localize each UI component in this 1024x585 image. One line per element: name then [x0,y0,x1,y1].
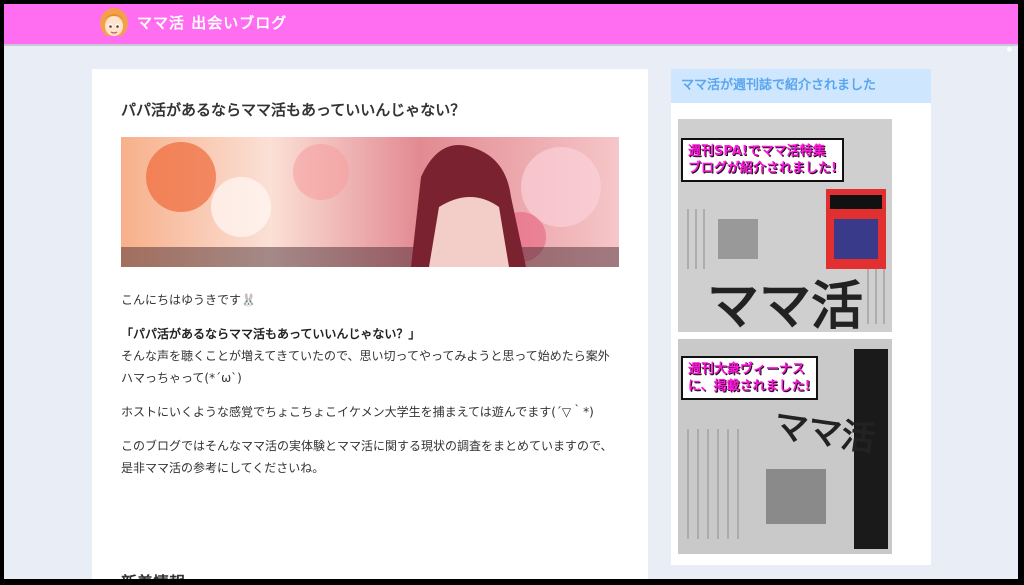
venus-callout-line2: に、掲載されました! [688,379,811,394]
site-title-link[interactable]: ママ活 出会いブログ [137,12,287,33]
intro-paragraph: 「パパ活があるならママ活もあっていいんじゃない？」 そんな声を聴くことが増えてき… [121,323,619,389]
girl-avatar-icon[interactable] [98,7,130,41]
svg-text:ママ活: ママ活 [707,277,863,332]
spa-callout-line2: ブログが紹介されました! [688,161,837,176]
hero-image [121,137,619,267]
browser-viewport: ママ活 出会いブログ ● パパ活があるならママ活もあっていいんじゃない？ こんに… [4,4,1018,579]
greeting-text: こんにちはゆうきです🐰 [121,293,256,307]
spa-callout-line1: 週刊SPA!でママ活特集 [688,144,826,159]
paragraph-3: ホストにいくような感覚でちょこちょこイケメン大学生を捕まえては遊んでます(´▽｀… [121,405,594,419]
widget-title: ママ活が週刊誌で紹介されました [671,69,931,103]
paragraph-2: そんな声を聴くことが増えてきていたので、思い切ってやってみようと思って始めたら案… [121,349,610,385]
quote-text: 「パパ活があるならママ活もあっていいんじゃない？」 [121,327,421,341]
venus-callout-line1: 週刊大衆ヴィーナス [688,362,806,377]
spa-callout: 週刊SPA!でママ活特集 ブログが紹介されました! [681,138,844,182]
paragraph-4: このブログではそんなママ活の実体験とママ活に関する現状の調査をまとめていますので… [121,439,613,475]
sidebar: ママ活が週刊誌で紹介されました ママ活 週刊SPA!でママ活特集 ブログが紹介さ… [671,69,931,565]
venus-callout: 週刊大衆ヴィーナス に、掲載されました! [681,356,818,400]
article-body: こんにちはゆうきです🐰 「パパ活があるならママ活もあっていいんじゃない？」 そん… [121,289,619,491]
venus-magazine-banner[interactable]: ママ活 週刊大衆ヴィーナス に、掲載されました! [678,339,892,554]
article-title: パパ活があるならママ活もあっていいんじゃない？ [121,101,466,119]
corner-mark: ● [1006,46,1012,53]
news-heading: 新着情報 [121,569,185,579]
spa-magazine-banner[interactable]: ママ活 週刊SPA!でママ活特集 ブログが紹介されました! [678,119,892,332]
site-header: ママ活 出会いブログ [4,4,1018,46]
main-article: パパ活があるならママ活もあっていいんじゃない？ こんにちはゆうきです🐰 「パパ活… [92,69,648,579]
